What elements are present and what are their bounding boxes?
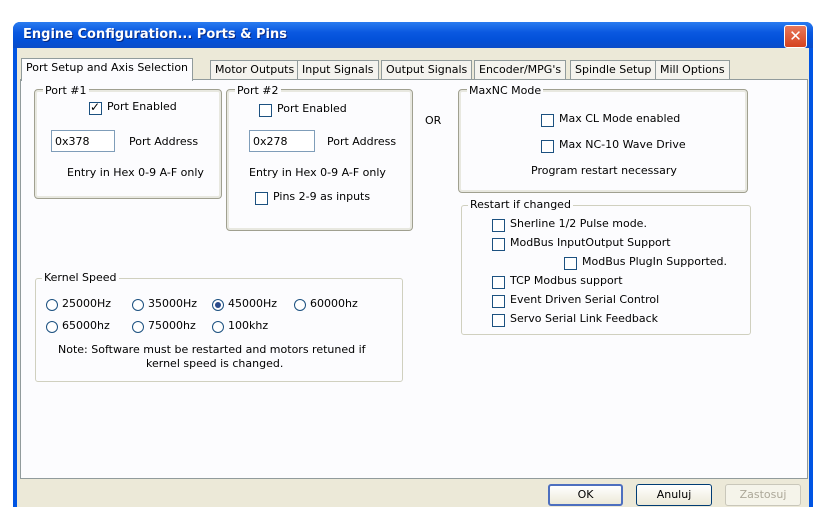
kernel-label-65000: 65000hz [62,319,110,332]
kernel-label-45000: 45000Hz [228,297,278,310]
kernel-note-line2: kernel speed is changed. [146,357,284,370]
kernel-radio-75000[interactable] [132,321,144,333]
kernel-label-100k: 100khz [228,319,269,332]
kernel-radio-60000[interactable] [294,299,306,311]
kernel-radio-65000[interactable] [46,321,58,333]
port1-address-input[interactable]: 0x378 [51,130,115,152]
event-serial-checkbox[interactable] [492,295,505,308]
title-bar[interactable]: Engine Configuration... Ports & Pins ✕ [13,22,813,48]
port2-enabled-checkbox[interactable] [259,104,272,117]
tcp-modbus-checkbox[interactable] [492,276,505,289]
kernel-note-line1: Note: Software must be restarted and mot… [58,343,366,356]
ok-button[interactable]: OK [548,484,623,506]
tcp-modbus-label: TCP Modbus support [510,274,623,287]
tab-output-signals[interactable]: Output Signals [381,60,473,79]
window-title: Engine Configuration... Ports & Pins [23,27,287,42]
kernel-label-60000: 60000hz [310,297,358,310]
maxnc-wave-label: Max NC-10 Wave Drive [559,138,686,151]
maxnc-cl-label: Max CL Mode enabled [559,112,681,125]
or-label: OR [425,114,442,127]
tab-spindle-setup[interactable]: Spindle Setup [570,60,657,79]
tab-motor-outputs[interactable]: Motor Outputs [210,60,300,79]
cancel-button[interactable]: Anuluj [636,484,712,506]
tab-port-setup[interactable]: Port Setup and Axis Selection [21,58,194,81]
close-icon[interactable]: ✕ [784,25,807,48]
servo-serial-checkbox[interactable] [492,314,505,327]
restart-legend: Restart if changed [468,198,573,211]
modbus-io-label: ModBus InputOutput Support [510,236,671,249]
maxnc-group: MaxNC Mode Max CL Mode enabled Max NC-10… [458,84,748,193]
restart-group: Restart if changed Sherline 1/2 Pulse mo… [461,198,751,335]
modbus-plugin-label: ModBus PlugIn Supported. [582,255,728,268]
apply-button[interactable]: Zastosuj [725,484,801,506]
port2-enabled-label: Port Enabled [277,102,347,115]
port2-hint: Entry in Hex 0-9 A-F only [249,166,386,179]
port1-enabled-label: Port Enabled [107,100,177,113]
tab-encoder-mpg[interactable]: Encoder/MPG's [474,60,567,79]
port2-legend: Port #2 [235,84,281,97]
tab-mill-options[interactable]: Mill Options [655,60,730,79]
kernel-radio-25000[interactable] [46,299,58,311]
port2-group: Port #2 Port Enabled 0x278 Port Address … [226,84,413,231]
sherline-checkbox[interactable] [492,219,505,232]
kernel-label-75000: 75000hz [148,319,196,332]
modbus-plugin-checkbox[interactable] [564,257,577,270]
kernel-label-35000: 35000Hz [148,297,198,310]
maxnc-note: Program restart necessary [531,164,677,177]
kernel-speed-group: Kernel Speed 25000Hz 35000Hz 45000Hz 600… [35,271,403,382]
port2-pins-label: Pins 2-9 as inputs [273,190,371,203]
maxnc-legend: MaxNC Mode [467,84,544,97]
port1-address-label: Port Address [129,135,199,148]
maxnc-cl-checkbox[interactable] [541,114,554,127]
tab-input-signals[interactable]: Input Signals [297,60,379,79]
port2-address-label: Port Address [327,135,397,148]
port2-address-input[interactable]: 0x278 [249,130,315,152]
sherline-label: Sherline 1/2 Pulse mode. [510,217,647,230]
kernel-radio-100k[interactable] [212,321,224,333]
port2-pins-checkbox[interactable] [255,192,268,205]
dialog-client-area: Port Setup and Axis Selection Motor Outp… [17,48,809,507]
port1-enabled-checkbox[interactable] [89,100,102,115]
port1-hint: Entry in Hex 0-9 A-F only [67,166,204,179]
tab-panel-port-setup: Port #1 Port Enabled 0x378 Port Address … [20,79,808,479]
port1-legend: Port #1 [43,84,89,97]
maxnc-wave-checkbox[interactable] [541,140,554,153]
servo-serial-label: Servo Serial Link Feedback [510,312,659,325]
kernel-radio-35000[interactable] [132,299,144,311]
modbus-io-checkbox[interactable] [492,238,505,251]
kernel-label-25000: 25000Hz [62,297,112,310]
port1-group: Port #1 Port Enabled 0x378 Port Address … [34,84,222,199]
event-serial-label: Event Driven Serial Control [510,293,660,306]
dialog-window: Engine Configuration... Ports & Pins ✕ P… [13,22,813,507]
kernel-radio-45000[interactable] [212,299,224,311]
kernel-legend: Kernel Speed [42,271,119,284]
